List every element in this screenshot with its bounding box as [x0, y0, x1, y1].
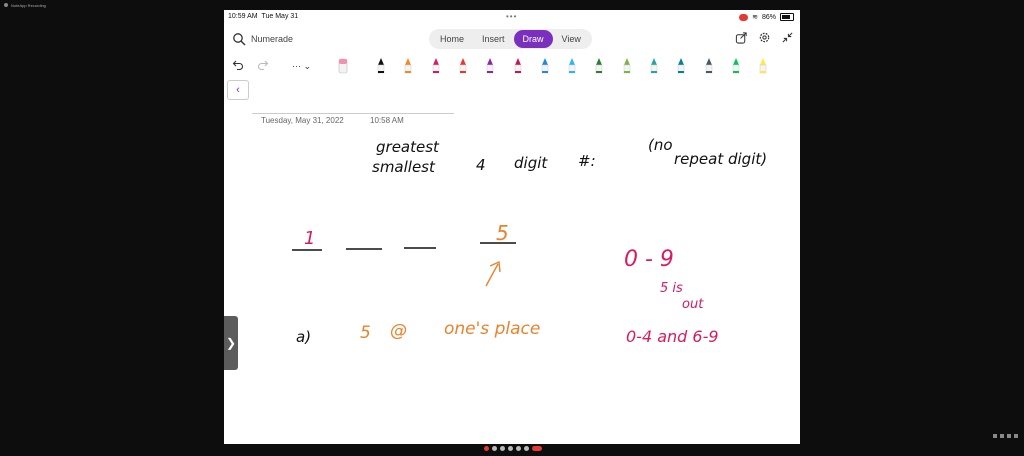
- notebook-title[interactable]: Numerade: [251, 34, 293, 44]
- ink-range2: 0-4 and 6-9: [626, 327, 719, 346]
- ink-out: out: [682, 297, 704, 312]
- pause-icon[interactable]: [492, 446, 497, 451]
- pen-tool[interactable]: [758, 57, 768, 77]
- share-icon[interactable]: [735, 31, 748, 44]
- ink-smallest: smallest: [372, 158, 436, 176]
- status-time: 10:59 AM Tue May 31: [228, 13, 299, 20]
- ink-greatest: greatest: [376, 138, 440, 156]
- end-icon[interactable]: [532, 446, 542, 451]
- pen-tool[interactable]: [731, 57, 741, 77]
- arrow-up-icon: [485, 260, 501, 287]
- side-panel-handle[interactable]: ❯: [224, 316, 238, 370]
- ribbon-tabs: Home Insert Draw View: [429, 29, 592, 49]
- recorder-title: NoteApp Recording: [11, 3, 46, 8]
- ink-repeat-digit: repeat digit): [674, 150, 767, 168]
- screen-icon[interactable]: [516, 446, 521, 451]
- widget-icon[interactable]: [1007, 434, 1011, 438]
- pen-tool[interactable]: [622, 57, 632, 77]
- more-tools-button[interactable]: ··· ⌄: [292, 61, 311, 72]
- app-dot-icon: [4, 3, 8, 7]
- pen-tool[interactable]: [403, 57, 413, 77]
- stop-icon[interactable]: [484, 446, 489, 451]
- draw-toolbar: ··· ⌄: [224, 54, 800, 78]
- tab-insert[interactable]: Insert: [473, 30, 514, 48]
- camera-icon[interactable]: [508, 446, 513, 451]
- ink-ones-place: one's place: [444, 319, 540, 339]
- handwriting-layer: greatest smallest 4 digit #: (no repeat …: [292, 136, 767, 346]
- ink-part-a: a): [296, 328, 311, 346]
- recording-icon: [739, 13, 749, 21]
- ink-paren-no: (no: [648, 136, 673, 154]
- pen-tool[interactable]: [594, 57, 604, 77]
- ink-range: 0 - 9: [624, 247, 674, 272]
- settings-icon[interactable]: [524, 446, 529, 451]
- ink-four: 4: [476, 156, 486, 174]
- app-bar: Numerade Home Insert Draw View: [224, 26, 800, 52]
- widget-icon[interactable]: [993, 434, 997, 438]
- ink-hash: #:: [578, 152, 596, 170]
- pen-tool[interactable]: [376, 57, 386, 77]
- recorder-title-strip: NoteApp Recording: [0, 0, 1024, 10]
- battery-percent: 86%: [761, 13, 776, 21]
- pen-tool[interactable]: [458, 57, 468, 77]
- status-indicators: ≋ 86%: [739, 13, 794, 21]
- tab-view[interactable]: View: [553, 30, 590, 48]
- status-bar: 10:59 AM Tue May 31 ••• ≋ 86%: [224, 10, 800, 24]
- ink-digit: digit: [514, 154, 548, 172]
- recorder-controls: [484, 446, 542, 451]
- pen-tool[interactable]: [676, 57, 686, 77]
- pen-tool[interactable]: [431, 57, 441, 77]
- eraser-tool[interactable]: [338, 57, 348, 77]
- recorder-widgets: [993, 434, 1018, 438]
- pen-tool[interactable]: [567, 57, 577, 77]
- app-actions: [735, 31, 794, 44]
- widget-icon[interactable]: [1000, 434, 1004, 438]
- redo-icon[interactable]: [257, 58, 269, 70]
- ink-first-digit: 1: [304, 228, 315, 249]
- pen-tool[interactable]: [485, 57, 495, 77]
- ink-five: 5: [360, 323, 371, 343]
- pen-tool[interactable]: [704, 57, 714, 77]
- battery-icon: [780, 13, 794, 21]
- widget-icon[interactable]: [1014, 434, 1018, 438]
- undo-icon[interactable]: [232, 58, 244, 70]
- ink-five-is: 5 is: [660, 281, 683, 296]
- gear-icon[interactable]: [758, 31, 771, 44]
- wifi-icon: ≋: [752, 14, 758, 21]
- collapse-icon[interactable]: [781, 31, 794, 44]
- ipad-screen: 10:59 AM Tue May 31 ••• ≋ 86% Numerade H…: [224, 10, 800, 444]
- tab-home[interactable]: Home: [431, 30, 473, 48]
- note-canvas[interactable]: ‹ Tuesday, May 31, 2022 10:58 AM greates…: [224, 80, 800, 444]
- pen-tool[interactable]: [540, 57, 550, 77]
- pen-tool[interactable]: [513, 57, 523, 77]
- chevron-right-icon: ❯: [225, 336, 237, 350]
- multitask-dots-icon[interactable]: •••: [506, 12, 517, 21]
- pen-tool[interactable]: [649, 57, 659, 77]
- tab-draw[interactable]: Draw: [513, 30, 553, 48]
- search-icon[interactable]: [232, 32, 246, 46]
- ink-last-digit: 5: [496, 221, 509, 245]
- ink-at: @: [390, 321, 407, 341]
- mic-icon[interactable]: [500, 446, 505, 451]
